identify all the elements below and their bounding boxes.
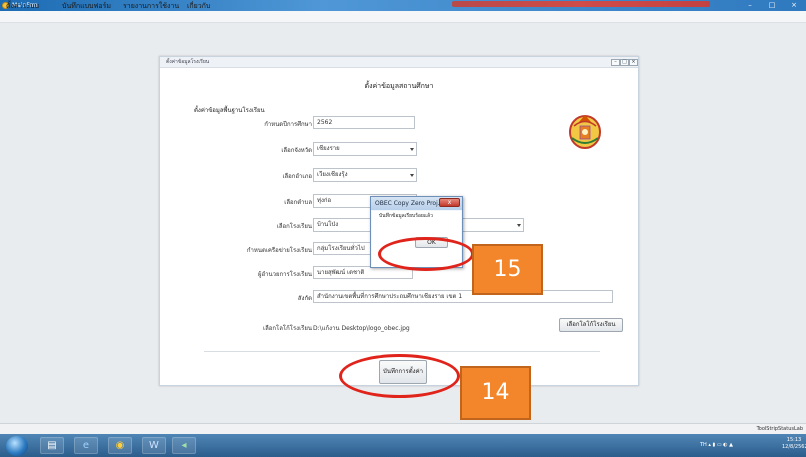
word-icon[interactable]: W [142,437,166,454]
language-indicator[interactable]: TH [700,442,707,448]
choose-logo-button[interactable]: เลือกโลโก้โรงเรียน [559,318,623,332]
subdistrict-label: เลือกตำบล [284,199,312,206]
chevron-down-icon [517,224,521,227]
menu-settings[interactable]: ตั้งค่าระบบ [6,1,39,11]
panel-title: ตั้งค่าข้อมูลโรงเรียน [166,59,210,65]
affiliation-label: สังกัด [297,295,312,302]
director-label: ผู้อำนวยการโรงเรียน [258,271,312,278]
internet-explorer-icon[interactable]: e [74,437,98,454]
status-bar: ToolStripStatusLab [0,423,806,434]
highlight-ring-ok [378,237,474,271]
province-select[interactable]: เชียงราย [313,142,417,156]
clock-time: 15:13 [786,437,802,443]
title-banner [452,1,710,7]
province-value: เชียงราย [317,145,340,152]
academic-year-input[interactable]: 2562 [313,116,415,129]
dialog-close-button[interactable]: x [439,198,460,207]
network-label: กำหนดเครือข่ายโรงเรียน [246,247,312,254]
taskbar-clock[interactable]: 15:13 12/8/2562 [782,437,806,451]
province-label: เลือกจังหวัด [281,147,312,154]
school-value: บ้านโป่ง [317,221,339,228]
close-button[interactable]: × [784,1,804,9]
school-logo-image [569,115,601,149]
panel-titlebar [160,57,638,68]
minimize-button[interactable]: – [740,1,760,9]
menu-usage-report[interactable]: รายงานการใช้งาน [123,1,179,11]
clock-date: 12/8/2562 [782,444,806,450]
step-callout-15: 15 [472,244,543,295]
page-title: ตั้งค่าข้อมูลสถานศึกษา [364,82,434,90]
logo-path: D:\แก้งาน Desktop\logo_obec.jpg [313,325,410,332]
panel-minimize-button[interactable]: – [611,59,620,66]
status-text: ToolStripStatusLab [756,426,803,432]
file-explorer-icon[interactable]: ▤ [40,437,64,454]
chevron-down-icon [410,148,414,151]
district-label: เลือกอำเภอ [282,173,312,180]
group-title: ตั้งค่าข้อมูลพื้นฐานโรงเรียน [194,107,265,114]
affiliation-input[interactable]: สำนักงานเขตพื้นที่การศึกษาประถมศึกษาเชีย… [313,290,613,303]
menu-record-form[interactable]: บันทึกแบบฟอร์ม [62,1,111,11]
panel-close-button[interactable]: × [629,59,638,66]
academic-year-label: กำหนดปีการศึกษา [264,121,312,128]
subdistrict-value: ทุ่งก่อ [317,197,332,204]
chrome-icon[interactable]: ◉ [108,437,132,454]
dialog-title: OBEC Copy Zero Proj... [375,200,444,207]
school-label: เลือกโรงเรียน [276,223,312,230]
chevron-down-icon [410,174,414,177]
menu-about[interactable]: เกี่ยวกับ [187,1,210,11]
panel-maximize-button[interactable]: □ [620,59,629,66]
step-callout-14: 14 [460,366,531,420]
district-select[interactable]: เวียงเชียงรุ้ง [313,168,417,182]
divider [204,351,600,352]
start-button[interactable] [6,436,28,456]
dialog-message: บันทึกข้อมูลเรียบร้อยแล้ว [379,213,433,219]
logo-label: เลือกโลโก้โรงเรียน [263,325,312,332]
district-value: เวียงเชียงรุ้ง [317,171,348,178]
app-taskbar-icon[interactable]: ◂ [172,437,196,454]
menu-bar [0,11,806,23]
system-tray: TH ▴ ▮ ▭ ◐ ▲ [700,442,733,448]
highlight-ring-save [339,354,460,398]
maximize-button[interactable]: □ [762,1,782,9]
